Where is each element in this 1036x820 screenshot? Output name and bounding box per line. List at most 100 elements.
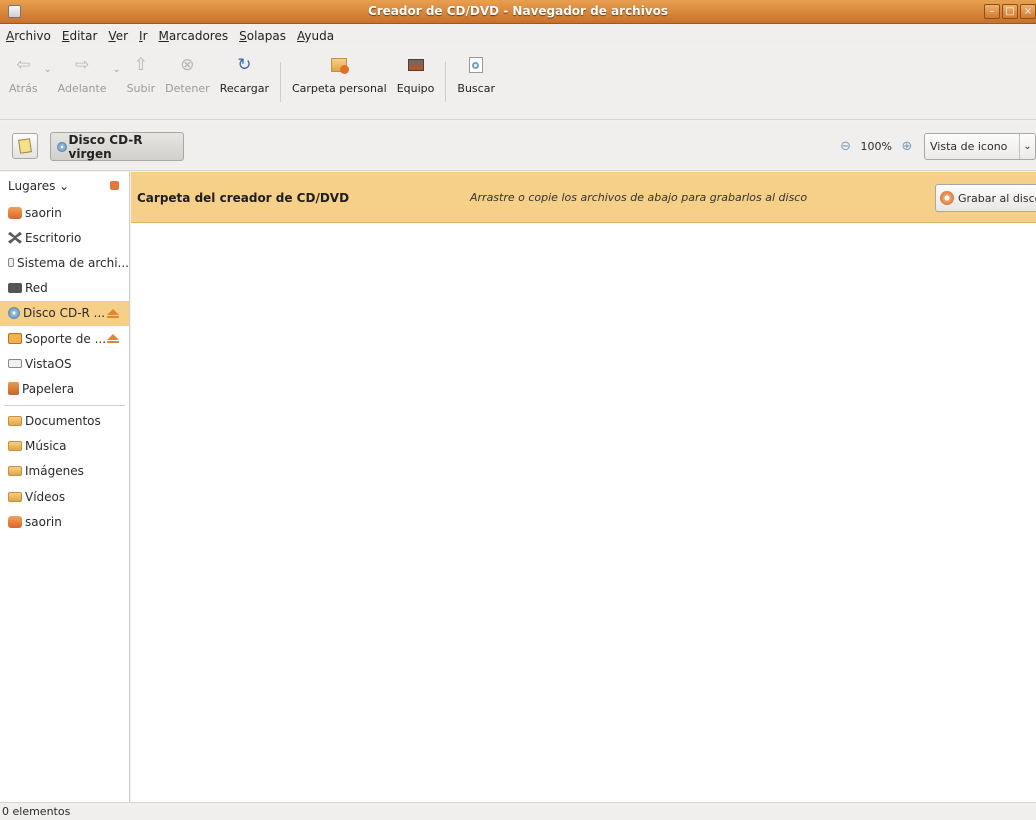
banner-hint: Arrastre o copie los archivos de abajo p…: [470, 191, 808, 204]
window-title: Creador de CD/DVD - Navegador de archivo…: [367, 4, 669, 18]
computer-label: Equipo: [396, 82, 435, 95]
back-button[interactable]: ⇦ Atrás: [4, 52, 43, 114]
sidebar-item-label: saorin: [25, 205, 62, 220]
menu-ver[interactable]: Ver: [108, 29, 128, 43]
desktop-icon: [8, 231, 22, 244]
view-mode-value: Vista de icono: [930, 140, 1008, 153]
menu-ir[interactable]: Ir: [139, 29, 147, 43]
sidebar-item-filesystem[interactable]: Sistema de archi...: [0, 250, 129, 275]
status-text: 0 elementos: [2, 805, 71, 818]
forward-history-dropdown[interactable]: ⌄: [112, 64, 122, 75]
sidebar-type-select[interactable]: Lugares ⌄: [8, 179, 69, 193]
menu-solapas[interactable]: Solapas: [239, 29, 286, 43]
sidebar-item-imagenes[interactable]: Imágenes: [0, 459, 129, 484]
sidebar-item-vistaos[interactable]: VistaOS: [0, 351, 129, 376]
search-button[interactable]: Buscar: [452, 52, 500, 114]
drive-icon: [8, 258, 15, 268]
search-icon: [465, 54, 487, 76]
sidebar-item-documentos[interactable]: Documentos: [0, 409, 129, 434]
burn-button-label: Grabar al disco: [958, 191, 1036, 205]
network-icon: [8, 283, 22, 294]
sidebar-item-escritorio[interactable]: Escritorio: [0, 225, 129, 250]
home-folder-icon: [8, 206, 22, 219]
sidebar-item-label: Soporte de ...: [25, 331, 107, 346]
sidebar-item-label: Imágenes: [25, 464, 84, 479]
sidebar-item-label: Música: [25, 439, 67, 454]
sidebar-item-musica[interactable]: Música: [0, 434, 129, 459]
home-folder-icon: [328, 54, 350, 76]
sidebar-type-label: Lugares: [8, 179, 56, 193]
toolbar-separator: [279, 62, 281, 102]
title-bar: Creador de CD/DVD - Navegador de archivo…: [0, 0, 1036, 24]
path-button-cd[interactable]: Disco CD-R virgen: [50, 132, 184, 161]
computer-icon: [405, 54, 427, 76]
toolbar-separator: [445, 62, 447, 102]
back-history-dropdown[interactable]: ⌄: [43, 64, 53, 75]
folder-icon: [8, 441, 22, 452]
sidebar-item-label: Disco CD-R ...: [23, 306, 106, 321]
zoom-level[interactable]: 100%: [861, 140, 892, 153]
home-folder-icon: [8, 515, 22, 528]
menu-marcadores[interactable]: Marcadores: [159, 29, 229, 43]
sidebar-item-label: VistaOS: [25, 356, 72, 371]
drive-icon: [8, 359, 22, 369]
close-sidebar-icon[interactable]: [110, 181, 119, 190]
sidebar-item-saorin-bookmark[interactable]: saorin: [0, 509, 129, 534]
stop-button[interactable]: ⊗ Detener: [160, 52, 215, 114]
sidebar: Lugares ⌄ saorin Escritorio Sistema de a…: [0, 172, 130, 802]
sidebar-separator: [4, 404, 125, 406]
forward-arrow-icon: ⇨: [74, 55, 90, 75]
eject-icon[interactable]: [107, 308, 119, 318]
minimize-button[interactable]: –: [984, 4, 1000, 19]
menu-bar: Archivo Editar Ver Ir Marcadores Solapas…: [0, 25, 1036, 47]
sidebar-item-red[interactable]: Red: [0, 276, 129, 301]
cd-icon: [57, 141, 67, 152]
stop-label: Detener: [165, 82, 210, 95]
up-arrow-icon: ⇧: [133, 55, 148, 75]
toggle-location-entry-button[interactable]: [12, 133, 38, 159]
file-view[interactable]: Carpeta del creador de CD/DVD Arrastre o…: [131, 172, 1036, 802]
menu-editar[interactable]: Editar: [62, 29, 98, 43]
zoom-in-icon[interactable]: ⊕: [900, 139, 914, 154]
maximize-button[interactable]: □: [1002, 4, 1018, 19]
sidebar-item-label: Escritorio: [25, 230, 82, 245]
up-button[interactable]: ⇧ Subir: [122, 52, 161, 114]
folder-icon: [8, 466, 22, 477]
sidebar-item-label: Documentos: [25, 414, 101, 429]
chevron-down-icon: ⌄: [1019, 134, 1035, 159]
up-label: Subir: [126, 82, 156, 95]
sidebar-item-saorin[interactable]: saorin: [0, 200, 129, 225]
menu-ayuda[interactable]: Ayuda: [297, 29, 334, 43]
eject-icon[interactable]: [107, 333, 119, 343]
close-button[interactable]: ×: [1020, 4, 1036, 19]
burn-to-disc-button[interactable]: Grabar al disco: [935, 184, 1036, 212]
forward-button[interactable]: ⇨ Adelante: [53, 52, 112, 114]
stop-icon: ⊗: [180, 55, 195, 75]
banner-title: Carpeta del creador de CD/DVD: [137, 191, 350, 205]
sidebar-item-label: Vídeos: [25, 489, 66, 504]
burn-disc-icon: [940, 191, 954, 205]
status-bar: 0 elementos: [0, 802, 1036, 820]
edit-icon: [18, 138, 32, 154]
search-label: Buscar: [457, 82, 495, 95]
burn-folder-banner: Carpeta del creador de CD/DVD Arrastre o…: [131, 172, 1036, 223]
reload-button[interactable]: ↻ Recargar: [215, 52, 274, 114]
zoom-out-icon[interactable]: ⊖: [839, 139, 853, 154]
media-icon: [8, 333, 22, 345]
home-label: Carpeta personal: [291, 82, 387, 95]
location-bar: Disco CD-R virgen ⊖ 100% ⊕ Vista de icon…: [0, 121, 1036, 171]
sidebar-item-cd[interactable]: Disco CD-R ...: [0, 300, 129, 326]
view-mode-select[interactable]: Vista de icono ⌄: [924, 133, 1036, 160]
path-button-label: Disco CD-R virgen: [68, 132, 143, 161]
sidebar-item-media[interactable]: Soporte de ...: [0, 326, 129, 351]
computer-button[interactable]: Equipo: [392, 52, 440, 114]
folder-icon: [8, 416, 22, 427]
menu-archivo[interactable]: Archivo: [6, 29, 51, 43]
home-button[interactable]: Carpeta personal: [287, 52, 392, 114]
toolbar: ⇦ Atrás ⌄ ⇨ Adelante ⌄ ⇧ Subir ⊗ Detener…: [0, 48, 1036, 120]
sidebar-item-papelera[interactable]: Papelera: [0, 376, 129, 401]
sidebar-item-videos[interactable]: Vídeos: [0, 484, 129, 509]
zoom-controls: ⊖ 100% ⊕ Vista de icono ⌄: [839, 133, 1036, 160]
window-controls: – □ ×: [984, 4, 1036, 19]
cd-icon: [8, 307, 20, 320]
